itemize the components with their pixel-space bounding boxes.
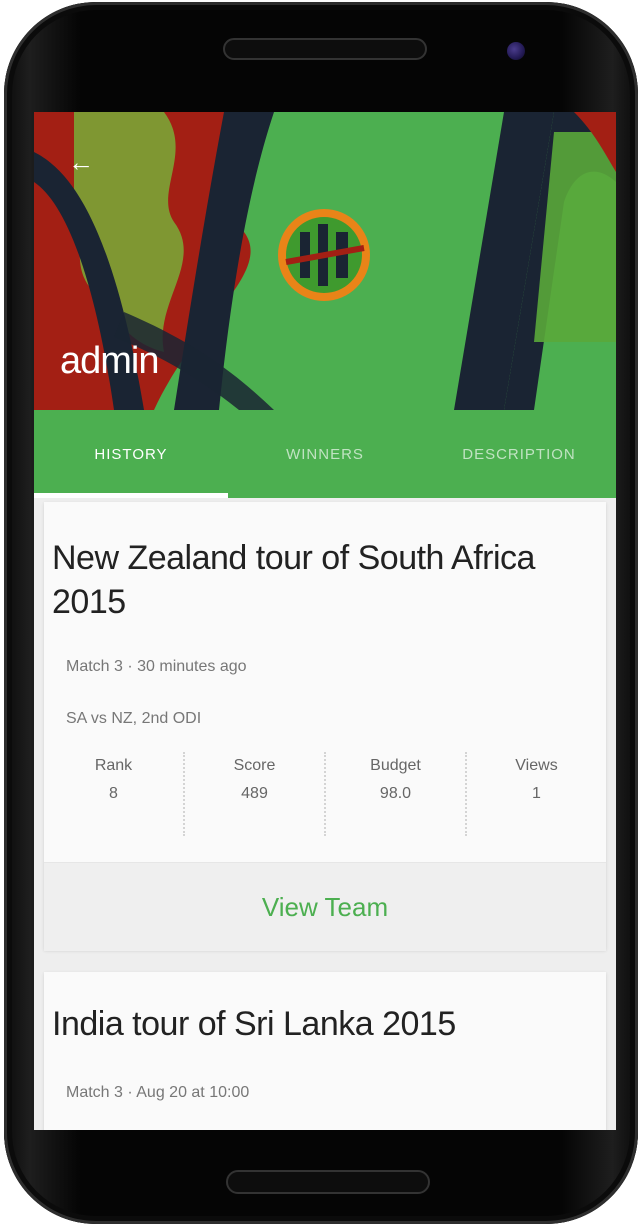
tab-bar: HISTORY WINNERS DESCRIPTION xyxy=(34,410,616,498)
stat-views: Views 1 xyxy=(467,752,606,836)
stat-score: Score 489 xyxy=(185,752,326,836)
match-teams: SA vs NZ, 2nd ODI xyxy=(66,710,202,727)
banner: ← admin xyxy=(34,112,616,410)
phone-frame: ← admin HISTORY WINNERS DESCRIPTION New … xyxy=(4,2,638,1224)
back-arrow-icon[interactable]: ← xyxy=(68,149,96,175)
match-card: New Zealand tour of South Africa 2015 Ma… xyxy=(44,502,606,951)
stat-value: 489 xyxy=(241,785,268,802)
stat-value: 8 xyxy=(109,785,118,802)
app-screen: ← admin HISTORY WINNERS DESCRIPTION New … xyxy=(34,112,616,1130)
earpiece-speaker xyxy=(223,38,427,60)
tab-winners[interactable]: WINNERS xyxy=(228,410,422,498)
stat-label: Score xyxy=(233,757,276,774)
match-card: India tour of Sri Lanka 2015 Match 3 · A… xyxy=(44,972,606,1130)
match-title: India tour of Sri Lanka 2015 xyxy=(52,1005,456,1043)
match-title: New Zealand tour of South Africa 2015 xyxy=(52,539,535,621)
match-list: New Zealand tour of South Africa 2015 Ma… xyxy=(34,498,616,1130)
bottom-speaker xyxy=(226,1170,430,1194)
stat-rank: Rank 8 xyxy=(44,752,185,836)
stat-value: 98.0 xyxy=(379,785,412,802)
view-team-button[interactable]: View Team xyxy=(44,862,606,951)
stat-budget: Budget 98.0 xyxy=(326,752,467,836)
match-time: Match 3 · 30 minutes ago xyxy=(66,658,247,675)
front-camera xyxy=(507,42,525,60)
match-time: Match 3 · Aug 20 at 10:00 xyxy=(66,1084,250,1101)
stat-label: Budget xyxy=(370,757,421,774)
stat-label: Views xyxy=(515,757,558,774)
tab-history[interactable]: HISTORY xyxy=(34,410,228,498)
profile-name: admin xyxy=(60,340,159,382)
stat-value: 1 xyxy=(532,785,541,802)
match-stats: Rank 8 Score 489 Budget 98.0 Views 1 xyxy=(44,752,606,836)
tab-description[interactable]: DESCRIPTION xyxy=(422,410,616,498)
stat-label: Rank xyxy=(94,757,133,774)
team-logo xyxy=(278,209,370,301)
